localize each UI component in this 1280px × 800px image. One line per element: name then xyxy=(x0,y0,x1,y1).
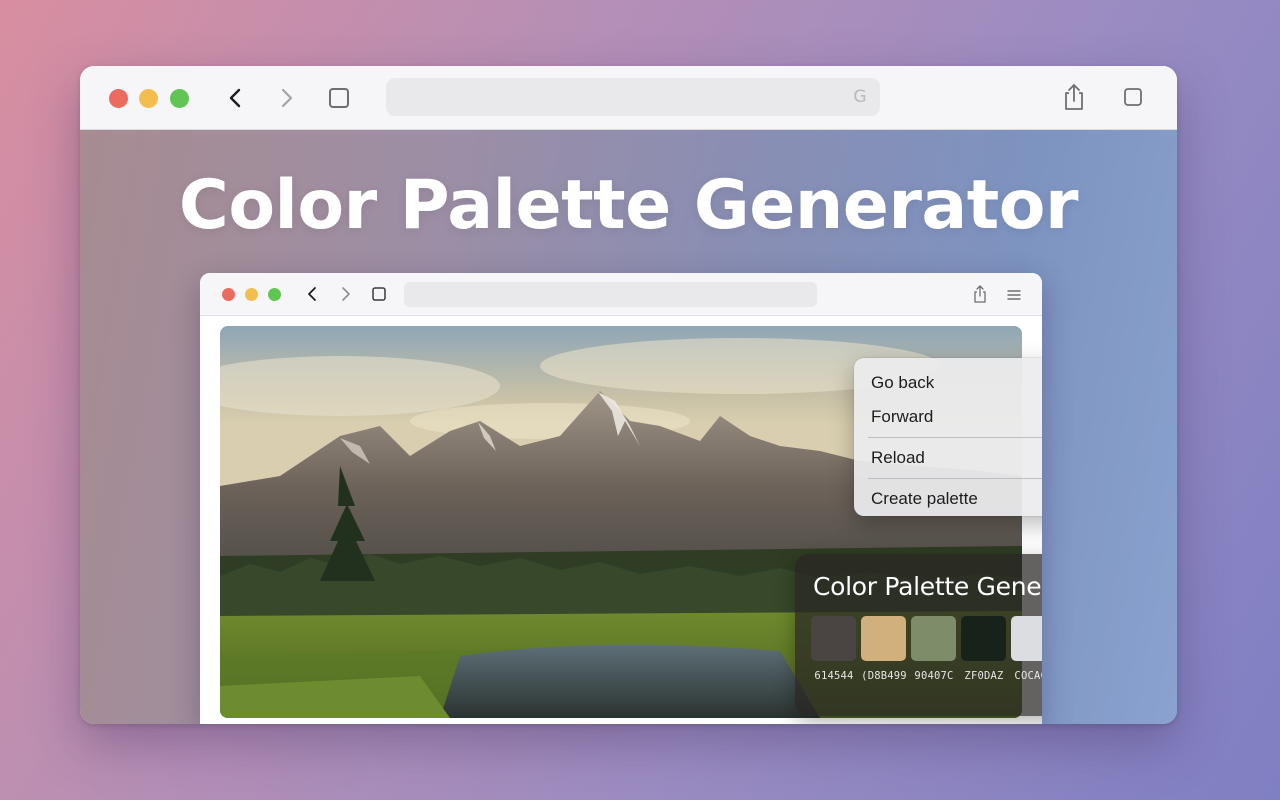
chevron-left-icon xyxy=(308,287,316,301)
palette-panel: Color Palette Generator 614544 (D8B499 9… xyxy=(795,554,1042,716)
context-menu: Go back Forward Reload Create palette xyxy=(854,358,1042,516)
screenshot-forward-button xyxy=(336,285,354,303)
menu-item-reload[interactable]: Reload xyxy=(854,441,1042,475)
share-button[interactable] xyxy=(1060,82,1088,112)
color-swatch[interactable] xyxy=(861,616,906,661)
screenshot-minimize-button xyxy=(245,288,258,301)
palette-title: Color Palette Generator xyxy=(813,572,1042,601)
chevron-right-icon xyxy=(342,287,350,301)
color-swatch[interactable] xyxy=(1011,616,1042,661)
chevron-left-icon xyxy=(229,88,241,108)
screenshot-menu-button xyxy=(1005,286,1023,304)
color-swatch[interactable] xyxy=(811,616,856,661)
menu-divider xyxy=(868,437,1042,438)
screenshot-address-bar xyxy=(404,282,817,307)
search-engine-icon: G xyxy=(853,87,867,107)
page-content: Color Palette Generator Go back Forward … xyxy=(80,130,1177,724)
screenshot-zoom-button xyxy=(268,288,281,301)
color-swatch[interactable] xyxy=(961,616,1006,661)
sidebar-button[interactable] xyxy=(1120,84,1146,110)
browser-window: G Color Palette Generator Go back Forwar… xyxy=(80,66,1177,724)
screenshot-browser-window: Go back Forward Reload Create palette Co… xyxy=(200,273,1042,724)
minimize-window-button[interactable] xyxy=(139,89,158,108)
color-swatch[interactable] xyxy=(911,616,956,661)
tabs-icon xyxy=(329,88,349,108)
close-window-button[interactable] xyxy=(109,89,128,108)
tabs-icon xyxy=(372,287,386,301)
swatch-hex-label: 90407C xyxy=(914,670,954,682)
swatch-hex-label: (D8B499 xyxy=(861,670,907,682)
swatch-hex-label: COCACC xyxy=(1014,670,1042,682)
address-bar[interactable]: G xyxy=(386,78,880,116)
screenshot-tabs-button xyxy=(371,286,387,302)
tab-overview-button[interactable] xyxy=(326,85,352,111)
share-icon xyxy=(1065,84,1083,110)
zoom-window-button[interactable] xyxy=(170,89,189,108)
menu-icon xyxy=(1007,290,1021,300)
menu-item-go-back[interactable]: Go back xyxy=(854,366,1042,400)
screenshot-browser-toolbar xyxy=(200,273,1042,316)
page-title: Color Palette Generator xyxy=(178,166,1079,245)
forward-button[interactable] xyxy=(272,84,300,112)
screenshot-share-button xyxy=(971,284,989,304)
screenshot-close-button xyxy=(222,288,235,301)
chevron-right-icon xyxy=(281,88,293,108)
menu-item-create-palette[interactable]: Create palette xyxy=(854,482,1042,516)
back-button[interactable] xyxy=(222,84,250,112)
share-icon xyxy=(974,285,986,303)
menu-item-forward[interactable]: Forward xyxy=(854,400,1042,434)
swatch-hex-label: 614544 xyxy=(814,670,854,682)
screenshot-back-button xyxy=(304,285,322,303)
sidebar-icon xyxy=(1124,88,1142,106)
swatch-hex-label: ZF0DAZ xyxy=(964,670,1004,682)
browser-toolbar: G xyxy=(80,66,1177,130)
menu-divider xyxy=(868,478,1042,479)
